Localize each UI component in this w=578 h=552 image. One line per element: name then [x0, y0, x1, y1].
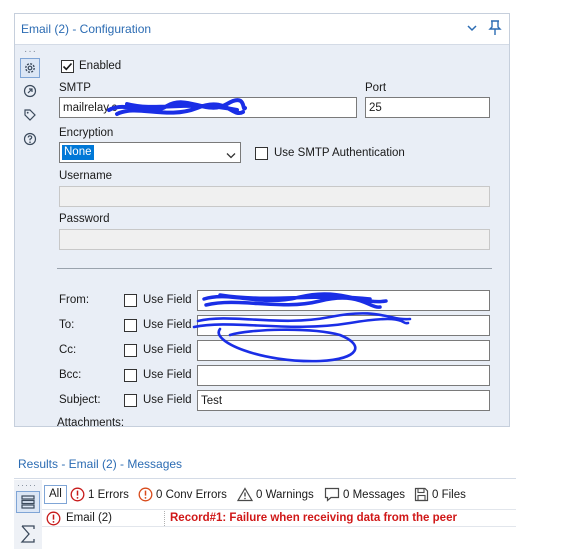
results-sidebar: ·····: [14, 480, 42, 549]
tag-icon[interactable]: [20, 105, 40, 125]
smtp-label: SMTP: [59, 82, 91, 94]
output-icon[interactable]: [20, 81, 40, 101]
cc-use-field-checkbox[interactable]: [124, 344, 137, 357]
error-icon: [70, 487, 85, 502]
filter-conv-errors-label: 0 Conv Errors: [156, 488, 227, 501]
pin-icon[interactable]: [488, 20, 502, 39]
message-text: Record#1: Failure when receiving data fr…: [170, 512, 457, 524]
username-input[interactable]: [59, 186, 490, 207]
conversion-error-icon: [138, 487, 153, 502]
port-input[interactable]: [365, 97, 490, 118]
warning-icon: [237, 487, 253, 502]
file-icon: [414, 487, 429, 502]
filter-errors-button[interactable]: 1 Errors: [70, 485, 129, 504]
filter-messages-button[interactable]: 0 Messages: [324, 485, 405, 504]
to-input[interactable]: [197, 315, 490, 336]
subject-use-field-label: Use Field: [143, 394, 192, 406]
message-tool-name: Email (2): [66, 512, 113, 524]
configuration-title: Email (2) - Configuration: [21, 22, 152, 36]
bcc-label: Bcc:: [59, 369, 82, 381]
filter-messages-label: 0 Messages: [343, 488, 406, 501]
chevron-down-icon: [226, 149, 236, 163]
encryption-dropdown[interactable]: None: [59, 142, 241, 163]
password-label: Password: [59, 213, 110, 225]
filter-errors-label: 1 Errors: [88, 488, 129, 501]
cc-input[interactable]: [197, 340, 490, 361]
filter-all-button[interactable]: All: [44, 485, 67, 504]
message-icon: [324, 487, 340, 502]
results-title: Results - Email (2) - Messages: [18, 457, 183, 471]
smtp-input[interactable]: [59, 97, 357, 118]
configuration-header: Email (2) - Configuration: [15, 14, 509, 45]
message-filter-bar: All 1 Errors 0 Conv Errors 0 Warnings 0 …: [42, 485, 516, 505]
encryption-selected-value: None: [62, 145, 94, 160]
section-divider: [57, 268, 492, 269]
use-smtp-auth-checkbox[interactable]: [255, 147, 268, 160]
error-icon: [46, 511, 61, 526]
chevron-down-icon[interactable]: [466, 22, 478, 37]
port-label: Port: [365, 82, 387, 94]
help-icon[interactable]: [20, 129, 40, 149]
password-input[interactable]: [59, 229, 490, 250]
enabled-label: Enabled: [79, 60, 122, 72]
results-panel: Results - Email (2) - Messages ····· All…: [14, 449, 516, 549]
bcc-use-field-checkbox[interactable]: [124, 369, 137, 382]
to-label: To:: [59, 319, 75, 331]
bcc-use-field-label: Use Field: [143, 369, 192, 381]
cc-label: Cc:: [59, 344, 77, 356]
attachments-label: Attachments:: [57, 417, 125, 427]
encryption-label: Encryption: [59, 127, 114, 139]
filter-warnings-button[interactable]: 0 Warnings: [237, 485, 314, 504]
column-separator: [164, 511, 165, 526]
to-use-field-label: Use Field: [143, 319, 192, 331]
table-row[interactable]: Email (2) Record#1: Failure when receivi…: [42, 509, 516, 527]
bcc-input[interactable]: [197, 365, 490, 386]
from-use-field-label: Use Field: [143, 294, 192, 306]
filter-conv-errors-button[interactable]: 0 Conv Errors: [138, 485, 227, 504]
subject-label: Subject:: [59, 394, 101, 406]
cc-use-field-label: Use Field: [143, 344, 192, 356]
gear-icon[interactable]: [20, 58, 40, 78]
from-use-field-checkbox[interactable]: [124, 294, 137, 307]
filter-files-label: 0 Files: [432, 488, 466, 501]
subject-input[interactable]: [197, 390, 490, 411]
grip-handle[interactable]: ·····: [17, 480, 37, 490]
filter-warnings-label: 0 Warnings: [256, 488, 314, 501]
username-label: Username: [59, 170, 113, 182]
list-view-icon[interactable]: [16, 491, 40, 513]
results-header: Results - Email (2) - Messages: [14, 449, 516, 479]
configuration-panel: Email (2) - Configuration ··· Enabled SM…: [14, 13, 510, 427]
to-use-field-checkbox[interactable]: [124, 319, 137, 332]
filter-files-button[interactable]: 0 Files: [414, 485, 466, 504]
from-label: From:: [59, 294, 90, 306]
subject-use-field-checkbox[interactable]: [124, 394, 137, 407]
enabled-checkbox[interactable]: [61, 60, 74, 73]
grip-handle[interactable]: ···: [24, 46, 37, 57]
use-smtp-auth-label: Use SMTP Authentication: [274, 147, 405, 159]
sigma-icon[interactable]: [16, 523, 40, 545]
from-input[interactable]: [197, 290, 490, 311]
